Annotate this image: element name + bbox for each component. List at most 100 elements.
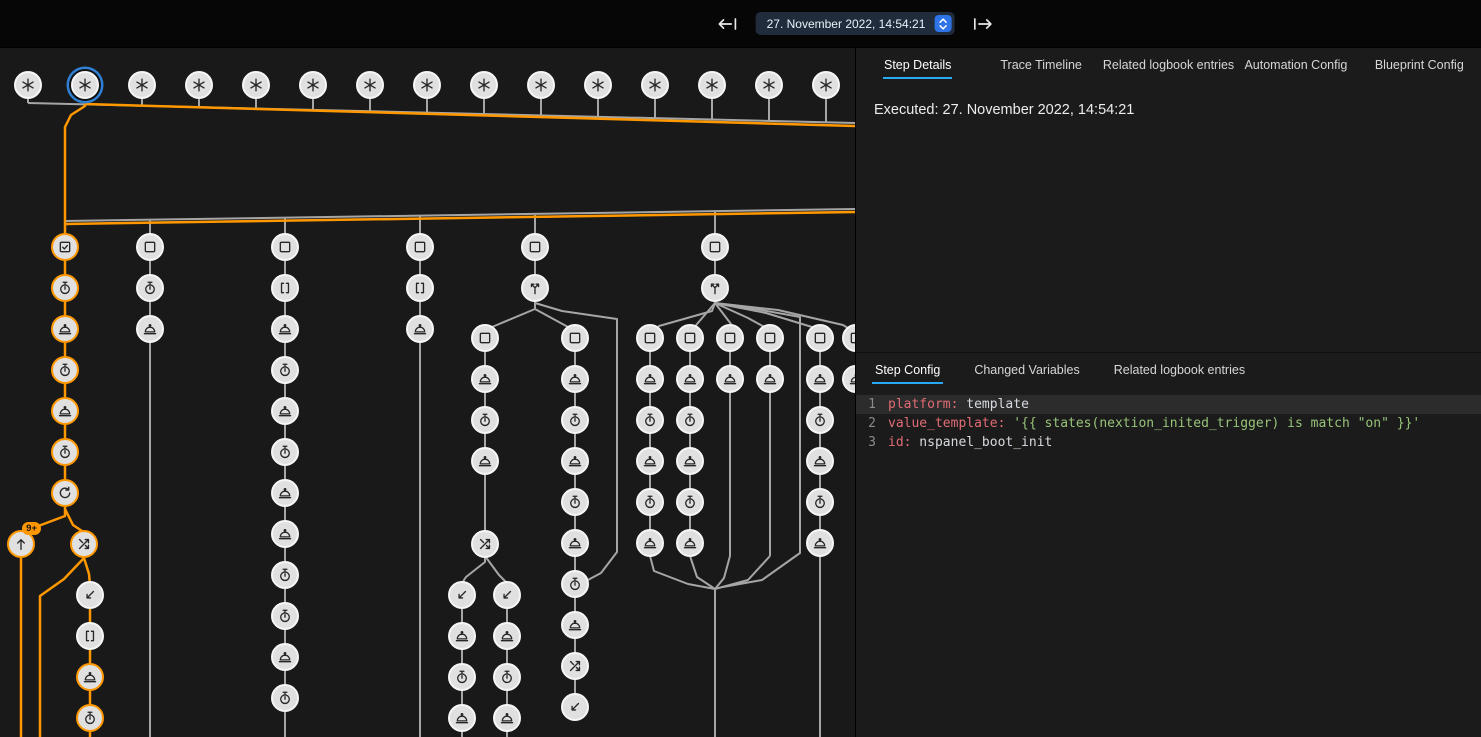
node-bell-icon[interactable] — [806, 365, 834, 393]
node-timer-icon[interactable] — [271, 684, 299, 712]
trigger-node-asterisk-icon[interactable] — [185, 71, 213, 99]
node-checkbox-icon[interactable] — [471, 324, 499, 352]
node-checkbox-icon[interactable] — [756, 324, 784, 352]
node-timer-icon[interactable] — [636, 406, 664, 434]
node-brackets-icon[interactable] — [406, 274, 434, 302]
trigger-node-asterisk-icon[interactable] — [527, 71, 555, 99]
node-arrow-corner-icon[interactable] — [76, 581, 104, 609]
trigger-node-asterisk-icon[interactable] — [812, 71, 840, 99]
node-checkbox-icon[interactable] — [406, 233, 434, 261]
node-checkbox-icon[interactable] — [271, 233, 299, 261]
node-brackets-icon[interactable] — [76, 622, 104, 650]
node-repeat-icon[interactable] — [51, 479, 79, 507]
trigger-node-asterisk-icon[interactable] — [128, 71, 156, 99]
node-checkbox-icon[interactable] — [806, 324, 834, 352]
trigger-node-asterisk-icon[interactable] — [356, 71, 384, 99]
node-arrow-up-icon[interactable]: 9+ — [7, 530, 35, 558]
trigger-node-asterisk-icon[interactable] — [584, 71, 612, 99]
node-bell-icon[interactable] — [271, 643, 299, 671]
node-bell-icon[interactable] — [76, 663, 104, 691]
node-bell-icon[interactable] — [136, 315, 164, 343]
node-timer-icon[interactable] — [806, 406, 834, 434]
node-bell-icon[interactable] — [493, 622, 521, 650]
node-bell-icon[interactable] — [676, 529, 704, 557]
node-bell-icon[interactable] — [561, 611, 589, 639]
node-checkbox-icon[interactable] — [521, 233, 549, 261]
node-bell-icon[interactable] — [561, 529, 589, 557]
node-shuffle-icon[interactable] — [70, 530, 98, 558]
node-bell-icon[interactable] — [51, 397, 79, 425]
node-bell-icon[interactable] — [448, 622, 476, 650]
node-shuffle-icon[interactable] — [471, 530, 499, 558]
node-timer-icon[interactable] — [51, 274, 79, 302]
node-bell-icon[interactable] — [756, 365, 784, 393]
trigger-node-asterisk-icon[interactable] — [413, 71, 441, 99]
tab-trace-timeline[interactable]: Trace Timeline — [979, 48, 1102, 82]
node-timer-icon[interactable] — [676, 488, 704, 516]
node-timer-icon[interactable] — [471, 406, 499, 434]
node-timer-icon[interactable] — [676, 406, 704, 434]
trigger-node-asterisk-icon[interactable] — [698, 71, 726, 99]
tab-changed-variables[interactable]: Changed Variables — [957, 353, 1096, 387]
previous-run-arrow-icon[interactable] — [716, 12, 740, 36]
node-bell-icon[interactable] — [676, 447, 704, 475]
node-timer-icon[interactable] — [561, 488, 589, 516]
node-timer-icon[interactable] — [136, 274, 164, 302]
node-bell-icon[interactable] — [271, 479, 299, 507]
node-bell-icon[interactable] — [493, 704, 521, 732]
node-timer-icon[interactable] — [271, 438, 299, 466]
node-bell-icon[interactable] — [271, 520, 299, 548]
node-bell-icon[interactable] — [561, 365, 589, 393]
next-run-arrow-icon[interactable] — [970, 12, 994, 36]
node-timer-icon[interactable] — [561, 406, 589, 434]
tab-automation-config[interactable]: Automation Config — [1234, 48, 1357, 82]
node-timer-icon[interactable] — [51, 438, 79, 466]
trace-graph[interactable]: 9+ — [0, 48, 855, 737]
node-bell-icon[interactable] — [406, 315, 434, 343]
node-brackets-icon[interactable] — [271, 274, 299, 302]
trigger-node-asterisk-icon[interactable] — [299, 71, 327, 99]
node-bell-icon[interactable] — [471, 365, 499, 393]
node-timer-icon[interactable] — [806, 488, 834, 516]
node-split-icon[interactable] — [521, 274, 549, 302]
node-timer-icon[interactable] — [271, 602, 299, 630]
node-bell-icon[interactable] — [271, 397, 299, 425]
node-arrow-corner-icon[interactable] — [561, 693, 589, 721]
node-timer-icon[interactable] — [271, 356, 299, 384]
node-arrow-corner-icon[interactable] — [493, 581, 521, 609]
trigger-node-asterisk-icon[interactable] — [71, 71, 99, 99]
node-bell-icon[interactable] — [636, 529, 664, 557]
node-checkbox-icon[interactable] — [136, 233, 164, 261]
node-arrow-corner-icon[interactable] — [448, 581, 476, 609]
run-timestamp-select[interactable]: 27. November 2022, 14:54:21 — [756, 12, 955, 35]
node-timer-icon[interactable] — [76, 704, 104, 732]
tab-step-config[interactable]: Step Config — [858, 353, 957, 387]
trigger-node-asterisk-icon[interactable] — [242, 71, 270, 99]
node-checkbox-icon[interactable] — [676, 324, 704, 352]
node-timer-icon[interactable] — [448, 663, 476, 691]
tab-related-logbook-entries[interactable]: Related logbook entries — [1103, 48, 1234, 82]
node-bell-icon[interactable] — [806, 529, 834, 557]
node-checkbox-checked-icon[interactable] — [51, 233, 79, 261]
node-bell-icon[interactable] — [716, 365, 744, 393]
node-checkbox-icon[interactable] — [636, 324, 664, 352]
node-checkbox-icon[interactable] — [701, 233, 729, 261]
node-shuffle-icon[interactable] — [561, 652, 589, 680]
node-timer-icon[interactable] — [51, 356, 79, 384]
node-timer-icon[interactable] — [493, 663, 521, 691]
node-timer-icon[interactable] — [636, 488, 664, 516]
trigger-node-asterisk-icon[interactable] — [470, 71, 498, 99]
tab-step-details[interactable]: Step Details — [856, 48, 979, 82]
tab-blueprint-config[interactable]: Blueprint Config — [1358, 48, 1481, 82]
node-bell-icon[interactable] — [271, 315, 299, 343]
node-bell-icon[interactable] — [471, 447, 499, 475]
node-timer-icon[interactable] — [561, 570, 589, 598]
trigger-node-asterisk-icon[interactable] — [641, 71, 669, 99]
node-bell-icon[interactable] — [636, 447, 664, 475]
node-bell-icon[interactable] — [676, 365, 704, 393]
select-stepper-icon[interactable] — [934, 15, 951, 32]
node-split-icon[interactable] — [701, 274, 729, 302]
node-checkbox-icon[interactable] — [561, 324, 589, 352]
tab-related-logbook-entries[interactable]: Related logbook entries — [1097, 353, 1262, 387]
node-bell-icon[interactable] — [561, 447, 589, 475]
